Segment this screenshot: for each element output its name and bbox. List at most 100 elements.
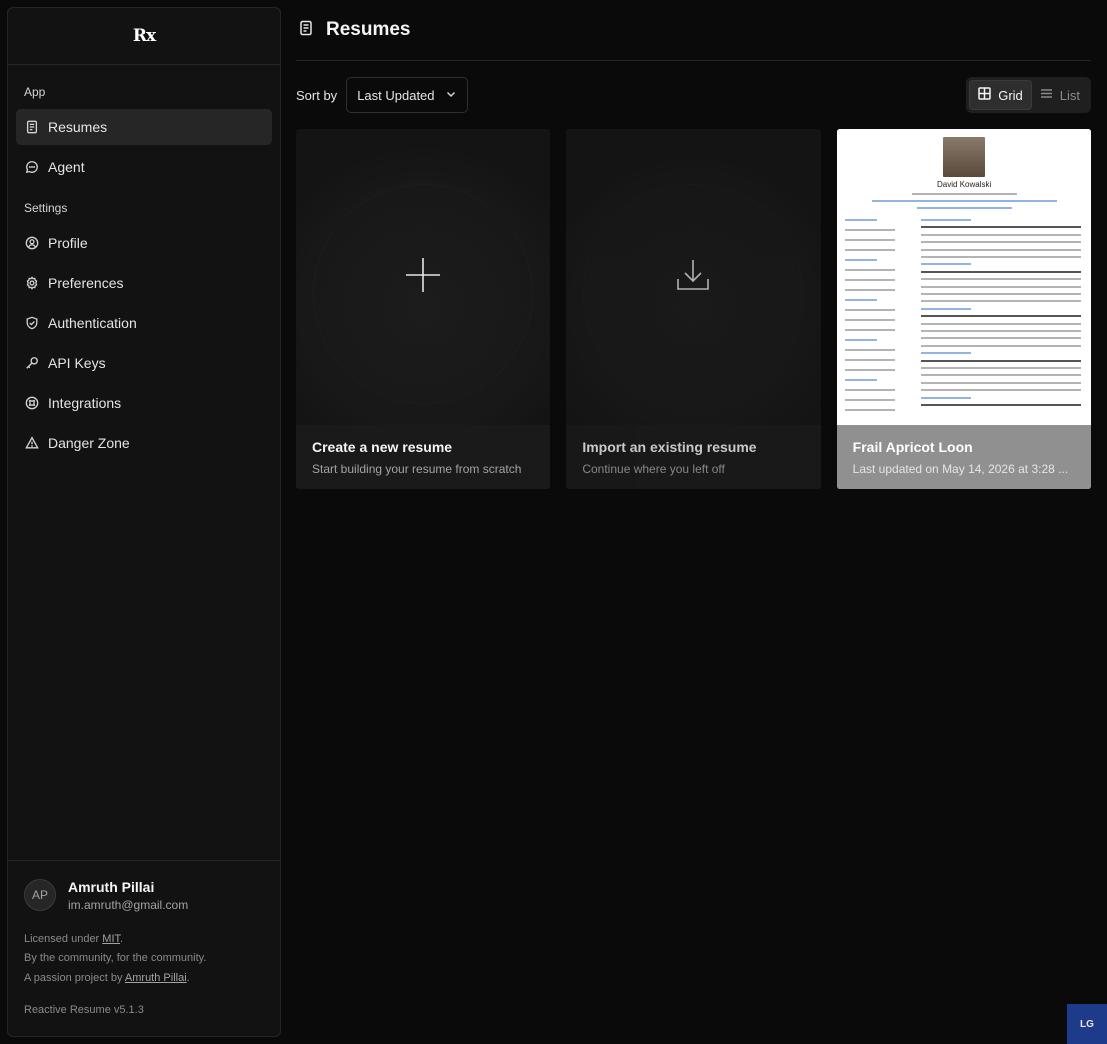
preview-line — [871, 200, 1057, 202]
sidebar-item-resumes[interactable]: Resumes — [16, 109, 272, 145]
resume-card[interactable]: David Kowalski Frail Apricot Loon Last u… — [836, 129, 1091, 489]
card-title: Create a new resume — [312, 439, 453, 455]
import-resume-card[interactable]: Import an existing resume Continue where… — [566, 129, 821, 489]
resume-grid: Create a new resume Start building your … — [296, 129, 1091, 489]
preview-line — [844, 389, 895, 391]
preview-line — [920, 241, 1081, 244]
preview-line — [844, 369, 895, 371]
sidebar-item-label: Authentication — [48, 315, 137, 331]
preview-line — [920, 263, 971, 266]
page-title: Resumes — [326, 19, 411, 40]
preview-line — [920, 330, 1081, 332]
community-text: By the community, for the community. — [24, 952, 207, 964]
card-meta: Frail Apricot Loon Last updated on May 1… — [836, 425, 1091, 489]
preview-line — [844, 309, 895, 311]
preview-line — [844, 249, 895, 251]
app-nav: Resumes Agent — [8, 109, 280, 189]
preview-line — [920, 367, 1081, 369]
preview-line — [920, 256, 1081, 258]
download-icon — [673, 255, 713, 300]
create-resume-card[interactable]: Create a new resume Start building your … — [296, 129, 551, 489]
preview-line — [920, 293, 1081, 295]
card-meta: Create a new resume Start building your … — [296, 425, 551, 489]
sort-label: Sort by — [296, 87, 338, 103]
locale-badge[interactable]: LG — [1067, 1004, 1107, 1044]
preview-line — [920, 344, 1081, 347]
card-subtitle: Continue where you left off — [582, 462, 725, 476]
main-content: Resumes Sort by Last Updated Grid List C… — [296, 0, 1091, 489]
passion-prefix: A passion project by — [24, 971, 125, 984]
sidebar-item-profile[interactable]: Profile — [16, 225, 272, 261]
preview-line — [844, 319, 895, 321]
sort-value: Last Updated — [357, 87, 435, 103]
sort-select[interactable]: Last Updated — [346, 77, 468, 113]
card-title: Frail Apricot Loon — [852, 439, 973, 455]
avatar: AP — [24, 879, 56, 911]
sidebar-item-api-keys[interactable]: API Keys — [16, 345, 272, 381]
app-logo: Rx — [132, 26, 156, 46]
user-card[interactable]: AP Amruth Pillai im.amruth@gmail.com — [24, 879, 264, 912]
preview-line — [920, 381, 1081, 384]
preview-line — [844, 409, 895, 411]
sidebar-footer: AP Amruth Pillai im.amruth@gmail.com Lic… — [8, 859, 280, 1037]
group-label-settings: Settings — [24, 201, 68, 215]
group-label-app: App — [24, 85, 46, 99]
author-link[interactable]: Amruth Pillai — [125, 972, 187, 984]
file-icon — [298, 20, 326, 41]
list-icon — [1040, 87, 1060, 103]
preview-line — [911, 193, 1017, 195]
preview-line — [916, 207, 1012, 209]
settings-nav: Profile Preferences Authentication API K… — [8, 225, 280, 465]
preview-line — [920, 396, 971, 399]
preview-line — [920, 233, 1081, 236]
page-header: Resumes — [296, 0, 1091, 61]
app-version: Reactive Resume v5.1.3 — [24, 1004, 144, 1016]
file-icon — [24, 119, 40, 135]
list-view-button[interactable]: List — [1032, 80, 1088, 110]
preview-line — [920, 278, 1081, 281]
preview-line — [920, 352, 971, 355]
grid-icon — [978, 87, 998, 103]
sidebar-item-integrations[interactable]: Integrations — [16, 385, 272, 421]
preview-line — [844, 259, 877, 261]
legal-text: Licensed under MIT. By the community, fo… — [24, 930, 264, 989]
integrations-icon — [24, 395, 40, 411]
sidebar-item-danger-zone[interactable]: Danger Zone — [16, 425, 272, 461]
user-name: Amruth Pillai — [68, 878, 155, 895]
sidebar-item-label: Profile — [48, 235, 88, 251]
preview-line — [920, 300, 1081, 303]
preview-line — [844, 239, 895, 241]
sidebar: Rx App Resumes Agent Settings Profile Pr… — [7, 7, 281, 1037]
preview-line — [920, 322, 1081, 325]
preview-name: David Kowalski — [937, 180, 992, 189]
preview-line — [844, 269, 895, 271]
chevron-down-icon — [435, 88, 457, 103]
card-subtitle: Start building your resume from scratch — [312, 462, 522, 476]
card-meta: Import an existing resume Continue where… — [566, 425, 821, 489]
sidebar-item-preferences[interactable]: Preferences — [16, 265, 272, 301]
preview-line — [920, 285, 1081, 288]
grid-view-button[interactable]: Grid — [969, 80, 1032, 110]
sidebar-item-label: Preferences — [48, 275, 124, 291]
sidebar-item-agent[interactable]: Agent — [16, 149, 272, 185]
user-circle-icon — [24, 235, 40, 251]
plus-icon — [403, 255, 443, 300]
license-link[interactable]: MIT — [102, 933, 120, 945]
preview-line — [844, 279, 895, 281]
logo[interactable]: Rx — [8, 8, 280, 65]
preview-line — [844, 399, 895, 401]
list-view-label: List — [1059, 87, 1080, 103]
profile-photo — [942, 137, 985, 177]
sidebar-item-authentication[interactable]: Authentication — [16, 305, 272, 341]
preview-line — [844, 329, 895, 331]
license-prefix: Licensed under — [24, 932, 103, 945]
user-email: im.amruth@gmail.com — [68, 897, 189, 912]
warning-icon — [24, 435, 40, 451]
gear-icon — [24, 275, 40, 291]
sidebar-item-label: Danger Zone — [48, 435, 130, 451]
preview-line — [844, 299, 877, 301]
sidebar-item-label: Agent — [48, 159, 85, 175]
resume-preview: David Kowalski — [836, 129, 1091, 425]
preview-line — [920, 404, 1081, 406]
preview-line — [920, 359, 1081, 362]
